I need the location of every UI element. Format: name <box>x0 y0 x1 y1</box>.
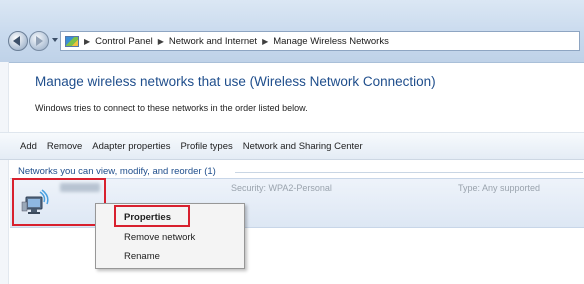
network-and-sharing-center-button[interactable]: Network and Sharing Center <box>243 141 363 152</box>
back-button[interactable] <box>8 31 28 51</box>
group-divider <box>235 172 583 173</box>
remove-button[interactable]: Remove <box>47 141 82 152</box>
history-dropdown-icon[interactable] <box>52 38 58 42</box>
back-arrow-icon <box>13 36 20 46</box>
menu-item-remove-network[interactable]: Remove network <box>124 232 195 243</box>
chevron-right-icon[interactable]: ▶ <box>262 37 268 46</box>
highlight-box-properties <box>114 205 190 227</box>
menu-item-rename[interactable]: Rename <box>124 251 160 262</box>
forward-arrow-icon <box>36 36 43 46</box>
breadcrumb-control-panel[interactable]: Control Panel <box>95 36 153 47</box>
adapter-properties-button[interactable]: Adapter properties <box>92 141 170 152</box>
highlight-box-network <box>12 178 106 226</box>
page-description: Windows tries to connect to these networ… <box>35 103 308 113</box>
networks-group-header: Networks you can view, modify, and reord… <box>18 166 216 177</box>
breadcrumb-manage-wireless-networks[interactable]: Manage Wireless Networks <box>273 36 389 47</box>
forward-button[interactable] <box>29 31 49 51</box>
network-security: Security: WPA2-Personal <box>231 183 332 193</box>
network-type: Type: Any supported <box>458 183 541 193</box>
breadcrumb-network-and-internet[interactable]: Network and Internet <box>169 36 257 47</box>
chevron-right-icon[interactable]: ▶ <box>84 37 90 46</box>
navigation-pane-edge <box>0 62 9 284</box>
profile-types-button[interactable]: Profile types <box>180 141 232 152</box>
address-bar[interactable]: ▶ Control Panel ▶ Network and Internet ▶… <box>60 31 580 51</box>
control-panel-icon <box>65 35 79 47</box>
page-title: Manage wireless networks that use (Wirel… <box>35 74 436 89</box>
chevron-right-icon[interactable]: ▶ <box>158 37 164 46</box>
command-toolbar: Add Remove Adapter properties Profile ty… <box>0 132 584 160</box>
add-button[interactable]: Add <box>20 141 37 152</box>
